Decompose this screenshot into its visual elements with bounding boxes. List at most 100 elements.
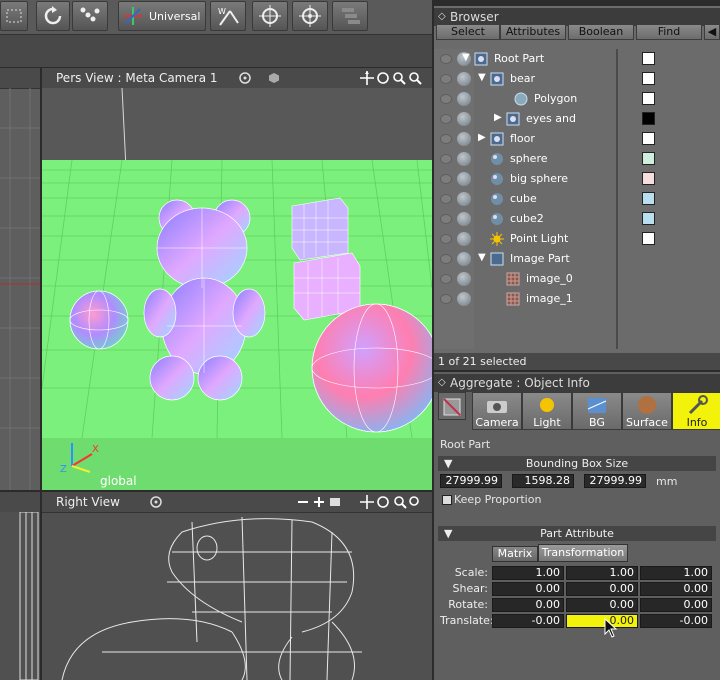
transform-value-field[interactable]: 0.00 xyxy=(566,614,638,628)
view-target-icon[interactable] xyxy=(239,72,251,84)
collapsed-arrow-icon[interactable]: ▶ xyxy=(494,112,502,123)
transform-value-field[interactable]: 0.00 xyxy=(492,598,564,612)
global-label[interactable]: global xyxy=(100,474,137,488)
render-toggle-icon[interactable] xyxy=(457,292,471,306)
center-button[interactable] xyxy=(292,1,328,31)
object-info-title-bar[interactable]: ◇ Aggregate : Object Info xyxy=(434,374,720,392)
universal-manipulator-button[interactable]: Universal xyxy=(118,1,206,31)
bbox-x-field[interactable]: 27999.99 xyxy=(440,474,502,488)
view-target-icon[interactable] xyxy=(150,496,162,508)
tree-row[interactable]: ▼ bear xyxy=(434,69,720,89)
browser-menu-boolean[interactable]: Boolean xyxy=(568,24,634,40)
zoom-controls-icon[interactable] xyxy=(296,495,356,509)
transform-value-field[interactable]: 0.00 xyxy=(566,598,638,612)
view-nav-icons[interactable] xyxy=(360,495,420,509)
render-toggle-icon[interactable] xyxy=(457,72,471,86)
keep-proportion-checkbox[interactable] xyxy=(442,495,452,505)
expand-arrow-icon[interactable]: ▼ xyxy=(462,52,470,63)
tree-row[interactable]: image_0 xyxy=(434,269,720,289)
visibility-eye-icon[interactable] xyxy=(440,254,452,264)
tab-matrix[interactable]: Matrix xyxy=(492,546,538,562)
part-attribute-header[interactable]: ▼ Part Attribute xyxy=(438,526,716,541)
transform-value-field[interactable]: 0.00 xyxy=(640,598,712,612)
move-view-icon[interactable] xyxy=(360,71,374,85)
zoom-view-icon[interactable] xyxy=(392,71,406,85)
visibility-eye-icon[interactable] xyxy=(440,154,452,164)
rotate-button[interactable] xyxy=(36,1,70,31)
selection-rect-button[interactable] xyxy=(0,1,28,31)
shading-cube-icon[interactable] xyxy=(268,72,280,84)
pers-view-panel[interactable]: Pers View : Meta Camera 1 X Z global xyxy=(42,68,432,490)
snap-button[interactable] xyxy=(252,1,288,31)
material-swatch[interactable] xyxy=(642,92,655,105)
render-toggle-icon[interactable] xyxy=(457,92,471,106)
visibility-eye-icon[interactable] xyxy=(440,74,452,84)
visibility-eye-icon[interactable] xyxy=(440,94,452,104)
render-toggle-icon[interactable] xyxy=(457,232,471,246)
browser-menu-attributes[interactable]: Attributes xyxy=(500,24,566,40)
browser-menu-find[interactable]: Find xyxy=(636,24,702,40)
tree-row[interactable]: Point Light xyxy=(434,229,720,249)
tree-row[interactable]: sphere xyxy=(434,149,720,169)
visibility-eye-icon[interactable] xyxy=(440,214,452,224)
right-view-panel[interactable]: Right View xyxy=(42,492,432,680)
material-swatch[interactable] xyxy=(642,112,655,125)
transform-value-field[interactable]: 1.00 xyxy=(566,566,638,580)
visibility-eye-icon[interactable] xyxy=(440,234,452,244)
render-toggle-icon[interactable] xyxy=(457,212,471,226)
transform-value-field[interactable]: -0.00 xyxy=(492,614,564,628)
tree-row[interactable]: image_1 xyxy=(434,289,720,309)
expand-arrow-icon[interactable]: ▼ xyxy=(478,72,486,83)
browser-menu-arrow[interactable]: ◀ xyxy=(704,24,720,40)
bbox-z-field[interactable]: 27999.99 xyxy=(584,474,646,488)
render-toggle-icon[interactable] xyxy=(457,132,471,146)
material-swatch[interactable] xyxy=(642,52,655,65)
tree-row[interactable]: ▼ Root Part xyxy=(434,49,720,69)
material-swatch[interactable] xyxy=(642,132,655,145)
collapsed-arrow-icon[interactable]: ▶ xyxy=(478,132,486,143)
visibility-eye-icon[interactable] xyxy=(440,194,452,204)
tab-info[interactable]: Info xyxy=(672,392,720,430)
render-toggle-icon[interactable] xyxy=(457,252,471,266)
part-type-button[interactable] xyxy=(438,392,466,420)
bbox-y-field[interactable]: 1598.28 xyxy=(512,474,574,488)
material-swatch[interactable] xyxy=(642,212,655,225)
orbit-view-icon[interactable] xyxy=(376,71,390,85)
bounding-box-header[interactable]: ▼ Bounding Box Size xyxy=(438,456,716,471)
tab-camera[interactable]: Camera xyxy=(472,392,522,430)
visibility-eye-icon[interactable] xyxy=(440,294,452,304)
tab-bg[interactable]: BG xyxy=(572,392,622,430)
expand-arrow-icon[interactable]: ▼ xyxy=(478,252,486,263)
browser-menu-select[interactable]: Select xyxy=(436,24,500,40)
render-toggle-icon[interactable] xyxy=(457,112,471,126)
render-toggle-icon[interactable] xyxy=(457,172,471,186)
tree-row[interactable]: cube2 xyxy=(434,209,720,229)
visibility-eye-icon[interactable] xyxy=(440,114,452,124)
world-axes-button[interactable]: W xyxy=(210,1,246,31)
visibility-eye-icon[interactable] xyxy=(440,274,452,284)
tree-row[interactable]: ▼ Image Part xyxy=(434,249,720,269)
transform-value-field[interactable]: 1.00 xyxy=(492,566,564,580)
tree-row[interactable]: cube xyxy=(434,189,720,209)
visibility-eye-icon[interactable] xyxy=(440,54,452,64)
material-swatch[interactable] xyxy=(642,72,655,85)
visibility-eye-icon[interactable] xyxy=(440,134,452,144)
material-swatch[interactable] xyxy=(642,232,655,245)
transform-value-field[interactable]: 0.00 xyxy=(566,582,638,596)
tab-transformation[interactable]: Transformation xyxy=(538,544,628,562)
tab-surface[interactable]: Surface xyxy=(622,392,672,430)
material-swatch[interactable] xyxy=(642,152,655,165)
tree-row[interactable]: ▶ eyes and xyxy=(434,109,720,129)
tree-row[interactable]: ▶ floor xyxy=(434,129,720,149)
render-toggle-icon[interactable] xyxy=(457,152,471,166)
transform-value-field[interactable]: 1.00 xyxy=(640,566,712,580)
tab-light[interactable]: Light xyxy=(522,392,572,430)
material-swatch[interactable] xyxy=(642,192,655,205)
tree-row[interactable]: big sphere xyxy=(434,169,720,189)
path-tool-button[interactable] xyxy=(72,1,108,31)
transform-value-field[interactable]: 0.00 xyxy=(492,582,564,596)
render-toggle-icon[interactable] xyxy=(457,192,471,206)
transform-value-field[interactable]: -0.00 xyxy=(640,614,712,628)
transform-value-field[interactable]: 0.00 xyxy=(640,582,712,596)
material-swatch[interactable] xyxy=(642,172,655,185)
